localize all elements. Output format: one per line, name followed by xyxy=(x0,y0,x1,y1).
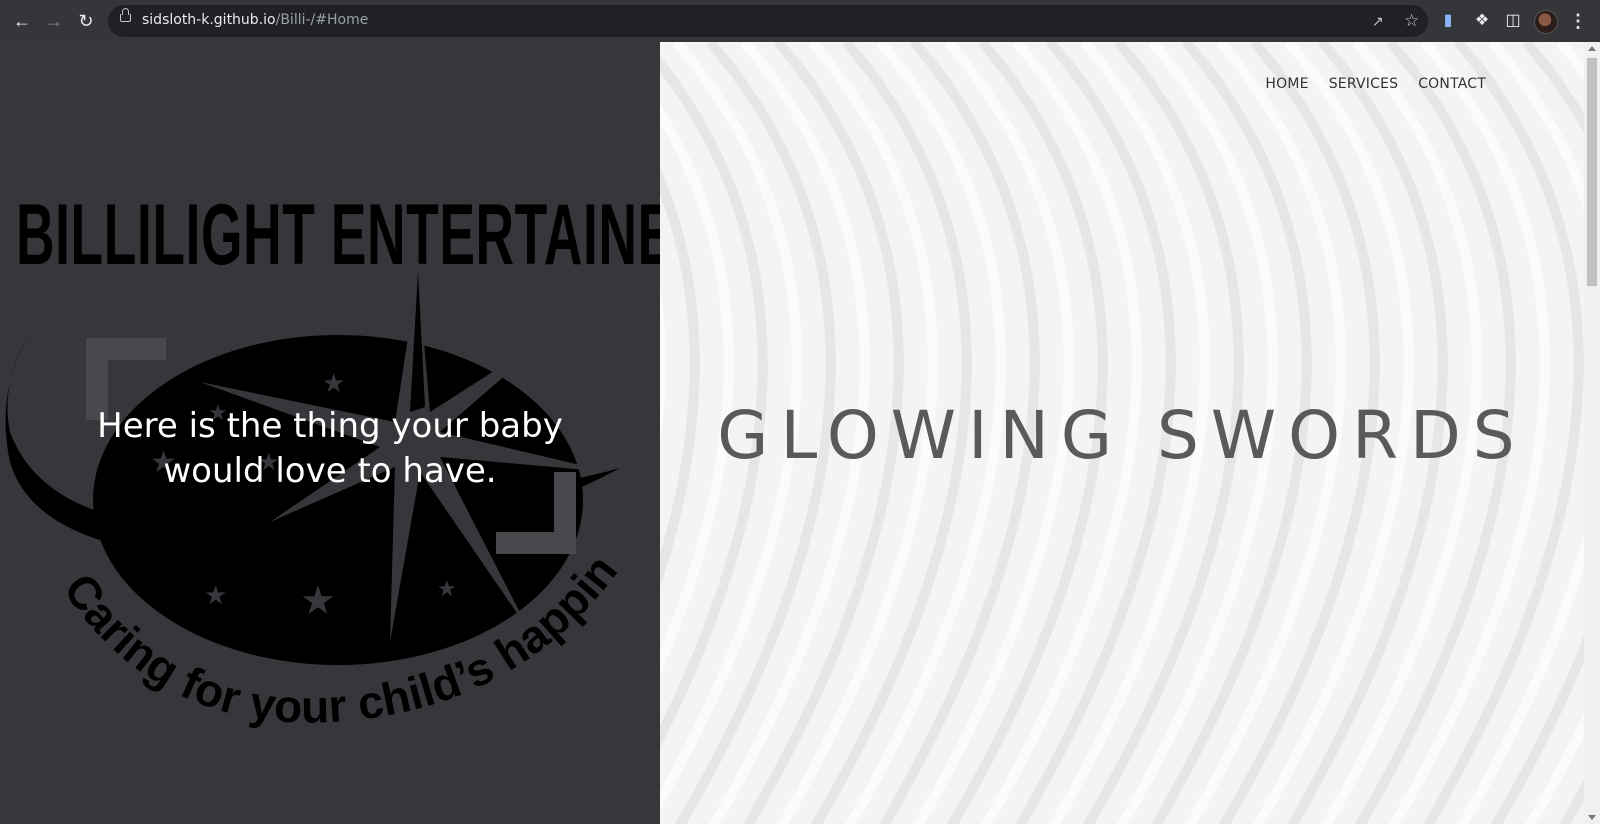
nav-services[interactable]: SERVICES xyxy=(1329,76,1399,92)
back-icon[interactable]: ← xyxy=(8,7,36,35)
extension-doc-icon[interactable]: ▮ xyxy=(1438,11,1458,31)
main-nav: HOME SERVICES CONTACT xyxy=(1265,76,1486,92)
svg-text:★: ★ xyxy=(437,577,457,602)
forward-icon[interactable]: → xyxy=(40,7,68,35)
browser-toolbar: ← → ↻ sidsloth-k.github.io/Billi-/#Home … xyxy=(0,0,1600,42)
svg-text:★: ★ xyxy=(322,369,345,399)
svg-text:★: ★ xyxy=(300,578,336,624)
left-panel: ★ ★ ★ ★ ★ ★ ★ Caring for your child’s ha… xyxy=(0,42,660,824)
url-text[interactable]: sidsloth-k.github.io/Billi-/#Home xyxy=(142,12,368,28)
hero-tagline: Here is the thing your baby would love t… xyxy=(97,406,563,491)
scrollbar[interactable] xyxy=(1584,42,1600,824)
address-bar[interactable]: sidsloth-k.github.io/Billi-/#Home ↗ ☆ xyxy=(108,5,1428,37)
lock-icon[interactable] xyxy=(120,8,131,22)
puzzle-icon[interactable]: ❖ xyxy=(1472,11,1492,31)
hero-title: GLOWING SWORDS xyxy=(717,397,1527,474)
nav-contact[interactable]: CONTACT xyxy=(1418,76,1486,92)
side-panel-icon[interactable]: ◫ xyxy=(1503,11,1523,31)
scroll-up-arrow[interactable] xyxy=(1588,46,1596,51)
nav-home[interactable]: HOME xyxy=(1265,76,1308,92)
url-path: /Billi-/#Home xyxy=(275,12,369,28)
menu-dots-icon[interactable]: ⋮ xyxy=(1568,9,1588,33)
profile-avatar[interactable] xyxy=(1534,10,1558,34)
brand-name: BILLILIGHT ENTERTAINERS xyxy=(16,187,660,283)
scroll-down-arrow[interactable] xyxy=(1588,815,1596,820)
scroll-thumb[interactable] xyxy=(1587,58,1597,286)
page: ★ ★ ★ ★ ★ ★ ★ Caring for your child’s ha… xyxy=(0,42,1600,824)
bookmark-star-icon[interactable]: ☆ xyxy=(1404,11,1419,31)
url-host: sidsloth-k.github.io xyxy=(142,12,276,28)
svg-text:★: ★ xyxy=(204,581,227,611)
reload-icon[interactable]: ↻ xyxy=(72,7,100,35)
right-panel: HOME SERVICES CONTACT GLOWING SWORDS xyxy=(660,42,1584,824)
share-icon[interactable]: ↗ xyxy=(1372,13,1388,29)
